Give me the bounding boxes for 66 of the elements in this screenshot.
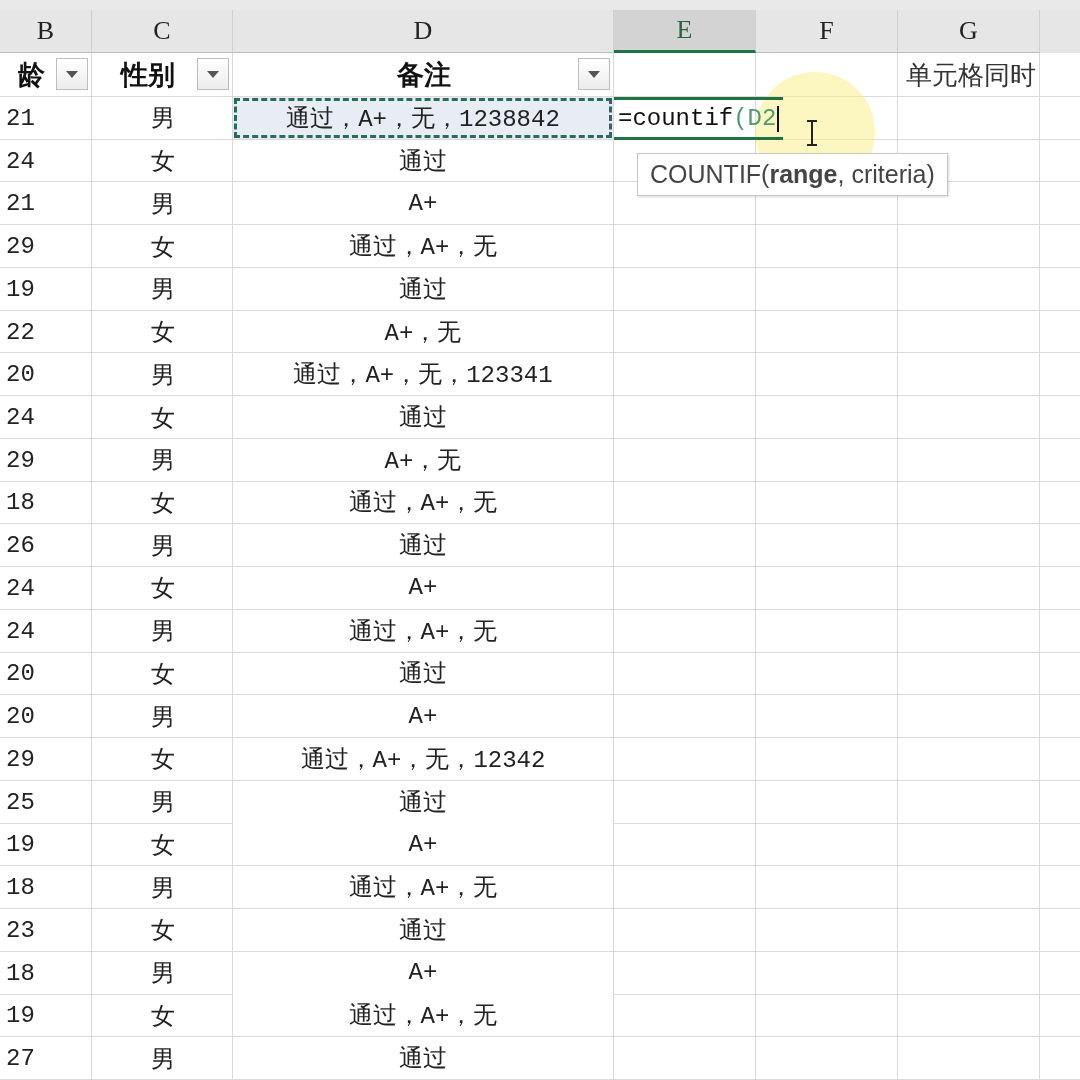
age-text: 24 [5,617,35,645]
gender-text: 女 [150,317,175,349]
gender-text: 男 [150,188,175,220]
column-header[interactable]: F [756,10,898,53]
gender-text: 男 [150,530,175,562]
age-text: 29 [5,745,35,773]
age-text: 20 [5,703,35,731]
header-text: 龄 [17,58,45,92]
header-text: 性别 [120,58,176,92]
function-tooltip: COUNTIF(range, criteria) [637,153,948,196]
filter-button[interactable] [197,58,229,90]
age-text: 29 [5,233,35,261]
text-cursor-icon [805,120,819,146]
note-cell[interactable]: 通过，A+，无，1238842 [233,97,613,139]
age-text: 24 [5,574,35,602]
gender-text: 男 [150,701,175,733]
gender-text: 女 [150,487,175,519]
gender-text: 女 [150,915,175,947]
age-text: 22 [5,318,35,346]
age-text: 29 [5,446,35,474]
gender-text: 男 [150,787,175,819]
age-text: 18 [5,959,35,987]
dropdown-arrow-icon [66,70,78,78]
age-text: 21 [5,190,35,218]
header-text: 备注 [396,58,451,92]
gender-text: 女 [150,146,175,178]
age-text: 19 [5,831,35,859]
column-header[interactable]: B [0,10,92,53]
age-text: 21 [5,104,35,132]
age-text: 20 [5,660,35,688]
gender-text: 女 [150,1000,175,1032]
gender-text: 男 [150,445,175,477]
gender-text: 女 [150,829,175,861]
cell-text: 单元格同时 [906,58,1036,92]
age-text: 26 [5,532,35,560]
column-header[interactable]: C [92,10,233,53]
filter-button[interactable] [578,58,610,90]
gender-text: 男 [150,1043,175,1075]
age-text: 23 [5,916,35,944]
formula-input-field[interactable]: =countif(D2 [614,97,784,140]
gender-text: 男 [150,103,175,135]
age-text: 27 [5,1045,35,1072]
dropdown-arrow-icon [207,70,219,78]
dropdown-arrow-icon [588,70,600,78]
gender-text: 女 [150,658,175,690]
gender-text: 女 [150,402,175,434]
gender-text: 男 [150,616,175,648]
gender-text: 女 [150,744,175,776]
age-text: 19 [5,1002,35,1030]
column-header[interactable]: E [614,10,756,53]
filter-button[interactable] [56,58,88,90]
age-text: 25 [5,788,35,816]
age-text: 18 [5,489,35,517]
age-text: 24 [5,147,35,175]
age-text: 24 [5,404,35,431]
gender-text: 男 [150,958,175,990]
gender-text: 男 [150,359,175,391]
age-text: 18 [5,874,35,902]
age-text: 20 [5,361,35,389]
column-header[interactable]: D [233,10,614,53]
gender-text: 男 [150,872,175,904]
column-header[interactable]: G [898,10,1040,53]
gender-text: 男 [150,274,175,306]
gender-text: 女 [150,231,175,263]
gender-text: 女 [150,573,175,605]
age-text: 19 [5,275,35,303]
